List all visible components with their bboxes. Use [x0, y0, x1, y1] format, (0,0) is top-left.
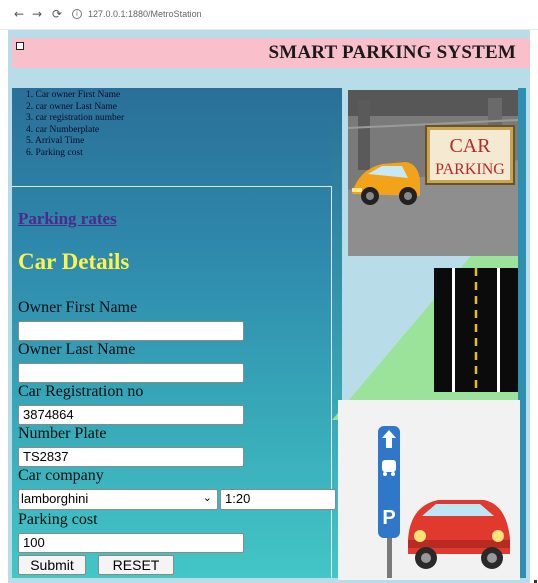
first-name-input[interactable] [18, 321, 244, 341]
page: SMART PARKING SYSTEM 1. Car owner First … [8, 30, 537, 583]
chevron-down-icon: ⌄ [202, 492, 212, 504]
browser-toolbar: ← → ⟳ i 127.0.0.1:1880/MetroStation [0, 0, 538, 30]
site-info-icon[interactable]: i [72, 9, 82, 19]
list-item: 2. car owner Last Name [26, 101, 118, 112]
header-bar: SMART PARKING SYSTEM [12, 38, 530, 68]
registration-label: Car Registration no [18, 383, 144, 400]
last-name-label: Owner Last Name [18, 341, 136, 358]
reset-button[interactable]: RESET [98, 555, 174, 575]
list-item: 5. Arrival Time [26, 136, 85, 147]
list-item: 3. car registration number [26, 113, 125, 124]
number-plate-input[interactable]: TS2837 [18, 447, 244, 467]
arrival-time-input[interactable]: 1:20 [220, 489, 336, 510]
car-sign-text-1: CAR [449, 135, 491, 157]
field-info-list: 1. Car owner First Name 2. car owner Las… [26, 90, 124, 160]
header-checkbox[interactable] [16, 42, 24, 50]
page-title: SMART PARKING SYSTEM [268, 42, 516, 63]
form-title: Car Details [18, 249, 130, 274]
svg-text:P: P [382, 507, 395, 529]
car-company-label: Car company [18, 467, 104, 484]
submit-button[interactable]: Submit [18, 555, 86, 575]
parking-rates-link[interactable]: Parking rates [18, 209, 117, 229]
first-name-label: Owner First Name [18, 299, 138, 316]
car-details-form: Parking rates Car Details Owner First Na… [12, 186, 336, 578]
list-item: 4. car Numberplate [26, 124, 100, 135]
back-arrow-icon[interactable]: ← [14, 7, 24, 21]
car-company-selected: lamborghini [21, 491, 89, 506]
road-image [434, 268, 518, 392]
registration-input[interactable]: 3874864 [18, 405, 244, 425]
parking-cost-label: Parking cost [18, 511, 98, 528]
list-item: 1. Car owner First Name [26, 90, 121, 100]
number-plate-label: Number Plate [18, 425, 107, 442]
car-sign-text-2: PARKING [435, 161, 505, 178]
parking-sign-image: P [338, 400, 520, 580]
list-item: 6. Parking cost [26, 147, 83, 158]
last-name-input[interactable] [18, 363, 244, 383]
reload-icon[interactable]: ⟳ [52, 7, 62, 21]
forward-arrow-icon[interactable]: → [32, 7, 42, 21]
car-parking-image: CAR PARKING [348, 90, 518, 256]
parking-cost-input[interactable]: 100 [18, 533, 244, 553]
car-company-select[interactable]: lamborghini ⌄ [18, 489, 218, 510]
address-bar[interactable]: 127.0.0.1:1880/MetroStation [88, 9, 202, 19]
